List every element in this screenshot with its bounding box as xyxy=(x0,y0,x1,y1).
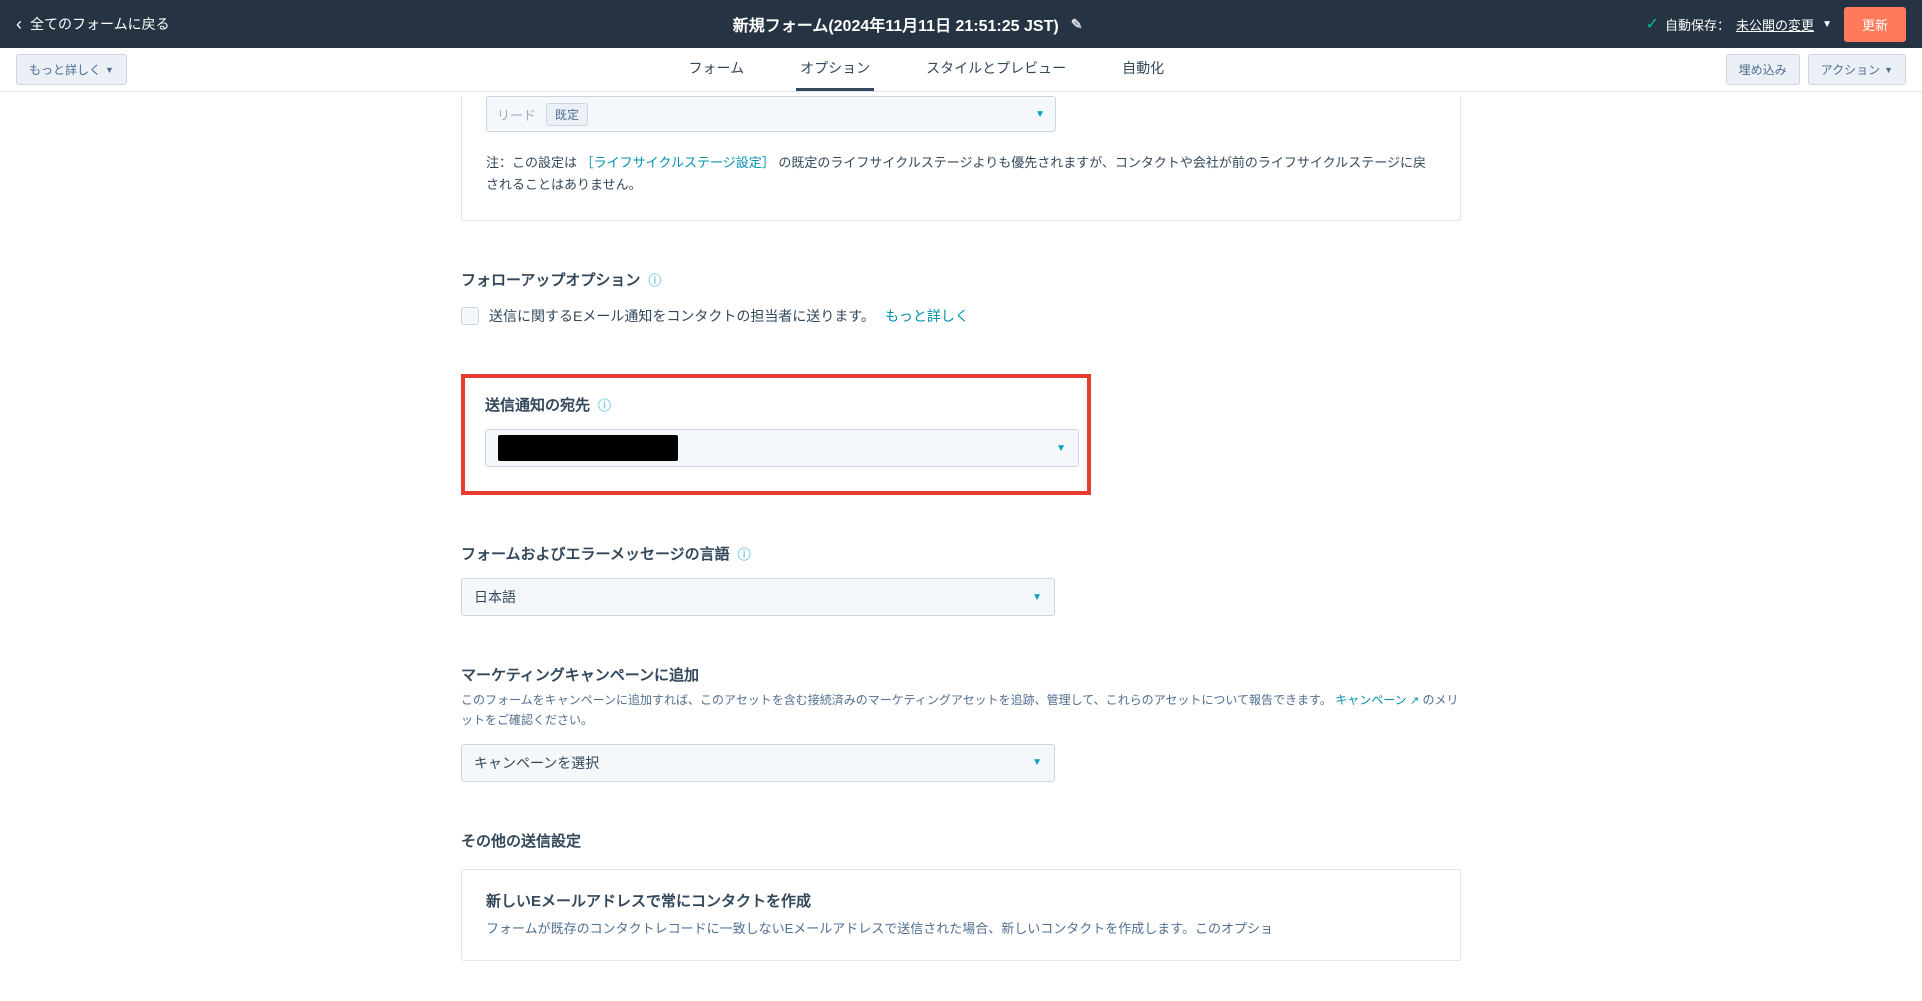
campaign-link[interactable]: キャンペーン ↗ xyxy=(1335,693,1422,707)
info-icon[interactable]: ⓘ xyxy=(738,544,751,563)
followup-more-link[interactable]: もっと詳しく xyxy=(885,306,969,326)
header-actions: ✓ 自動保存： 未公開の変更 ▼ 更新 xyxy=(1646,7,1906,42)
lifecycle-settings-link[interactable]: ［ライフサイクルステージ設定］ xyxy=(581,155,775,170)
notify-section-wrap: 送信通知の宛先 ⓘ ▼ xyxy=(461,374,1461,495)
language-title-text: フォームおよびエラーメッセージの言語 xyxy=(461,543,730,564)
caret-down-icon: ▼ xyxy=(1884,65,1893,75)
followup-checkbox[interactable] xyxy=(461,307,479,325)
action-label: アクション xyxy=(1821,61,1880,78)
caret-down-icon: ▼ xyxy=(1032,592,1042,603)
back-link[interactable]: ‹ 全てのフォームに戻る xyxy=(16,14,170,35)
other-settings-section: その他の送信設定 新しいEメールアドレスで常にコンタクトを作成 フォームが既存の… xyxy=(461,830,1461,961)
notify-recipient-select[interactable]: ▼ xyxy=(485,429,1079,467)
default-badge: 既定 xyxy=(546,103,588,126)
lead-label: リード xyxy=(497,105,536,124)
autosave-status[interactable]: ✓ 自動保存： 未公開の変更 ▼ xyxy=(1646,14,1832,34)
autosave-link: 未公開の変更 xyxy=(1736,15,1814,34)
sub-nav: もっと詳しく ▼ フォーム オプション スタイルとプレビュー 自動化 埋め込み … xyxy=(0,48,1922,92)
app-header: ‹ 全てのフォームに戻る 新規フォーム(2024年11月11日 21:51:25… xyxy=(0,0,1922,48)
campaign-description: このフォームをキャンペーンに追加すれば、このアセットを含む接続済みのマーケティン… xyxy=(461,691,1461,730)
lifecycle-panel: リード 既定 ▼ 注：この設定は ［ライフサイクルステージ設定］ の既定のライフ… xyxy=(461,96,1461,221)
back-label: 全てのフォームに戻る xyxy=(30,14,170,34)
followup-checkbox-row: 送信に関するEメール通知をコンタクトの担当者に送ります。 もっと詳しく xyxy=(461,306,1461,326)
caret-down-icon: ▼ xyxy=(1032,757,1042,768)
action-button[interactable]: アクション ▼ xyxy=(1808,54,1906,85)
followup-checkbox-label: 送信に関するEメール通知をコンタクトの担当者に送ります。 xyxy=(489,306,875,326)
card-description: フォームが既存のコンタクトレコードに一致しないEメールアドレスで送信された場合、… xyxy=(486,919,1436,940)
caret-down-icon: ▼ xyxy=(1822,19,1832,30)
embed-button[interactable]: 埋め込み xyxy=(1726,54,1800,85)
language-select[interactable]: 日本語 ▼ xyxy=(461,578,1055,616)
tab-form[interactable]: フォーム xyxy=(685,48,749,91)
language-title: フォームおよびエラーメッセージの言語 ⓘ xyxy=(461,543,1461,564)
note-prefix: 注：この設定は xyxy=(486,155,577,170)
followup-section: フォローアップオプション ⓘ 送信に関するEメール通知をコンタクトの担当者に送り… xyxy=(461,269,1461,326)
header-title-wrap: 新規フォーム(2024年11月11日 21:51:25 JST) ✎ xyxy=(733,12,1083,36)
check-icon: ✓ xyxy=(1646,14,1659,34)
notify-title: 送信通知の宛先 ⓘ xyxy=(485,394,1067,415)
tab-options[interactable]: オプション xyxy=(796,48,874,91)
campaign-link-text: キャンペーン xyxy=(1335,693,1406,707)
card-title: 新しいEメールアドレスで常にコンタクトを作成 xyxy=(486,890,1436,911)
campaign-desc-prefix: このフォームをキャンペーンに追加すれば、このアセットを含む接続済みのマーケティン… xyxy=(461,693,1332,707)
autosave-prefix: 自動保存： xyxy=(1665,15,1730,34)
campaign-section: マーケティングキャンペーンに追加 このフォームをキャンペーンに追加すれば、このア… xyxy=(461,664,1461,782)
notify-highlight-box: 送信通知の宛先 ⓘ ▼ xyxy=(461,374,1091,495)
tab-automation[interactable]: 自動化 xyxy=(1118,48,1168,91)
followup-title-text: フォローアップオプション xyxy=(461,269,640,290)
external-link-icon: ↗ xyxy=(1410,695,1419,707)
pencil-icon[interactable]: ✎ xyxy=(1071,16,1083,33)
tab-style-preview[interactable]: スタイルとプレビュー xyxy=(922,48,1070,91)
caret-down-icon: ▼ xyxy=(105,65,114,75)
update-button[interactable]: 更新 xyxy=(1844,7,1906,42)
recipient-chip-redacted xyxy=(498,435,678,461)
info-icon[interactable]: ⓘ xyxy=(648,270,661,289)
subnav-right: 埋め込み アクション ▼ xyxy=(1726,54,1906,85)
notify-title-text: 送信通知の宛先 xyxy=(485,394,590,415)
tab-bar: フォーム オプション スタイルとプレビュー 自動化 xyxy=(685,48,1169,91)
campaign-title: マーケティングキャンペーンに追加 xyxy=(461,664,1461,685)
language-value: 日本語 xyxy=(474,587,516,607)
page-title: 新規フォーム(2024年11月11日 21:51:25 JST) xyxy=(733,12,1059,36)
lifecycle-stage-select[interactable]: リード 既定 ▼ xyxy=(486,96,1056,132)
campaign-select[interactable]: キャンペーンを選択 ▼ xyxy=(461,744,1055,782)
more-details-button[interactable]: もっと詳しく ▼ xyxy=(16,54,127,85)
caret-down-icon: ▼ xyxy=(1035,109,1045,120)
followup-title: フォローアップオプション ⓘ xyxy=(461,269,1461,290)
info-icon[interactable]: ⓘ xyxy=(598,395,611,414)
lifecycle-note: 注：この設定は ［ライフサイクルステージ設定］ の既定のライフサイクルステージよ… xyxy=(486,152,1436,196)
campaign-placeholder: キャンペーンを選択 xyxy=(474,753,599,773)
chevron-left-icon: ‹ xyxy=(16,14,22,35)
always-create-contact-card: 新しいEメールアドレスで常にコンタクトを作成 フォームが既存のコンタクトレコード… xyxy=(461,869,1461,961)
caret-down-icon: ▼ xyxy=(1056,443,1066,454)
other-settings-title: その他の送信設定 xyxy=(461,830,1461,851)
subnav-left: もっと詳しく ▼ xyxy=(16,54,127,85)
language-section: フォームおよびエラーメッセージの言語 ⓘ 日本語 ▼ xyxy=(461,543,1461,616)
more-label: もっと詳しく xyxy=(29,61,101,78)
content-area: リード 既定 ▼ 注：この設定は ［ライフサイクルステージ設定］ の既定のライフ… xyxy=(0,96,1922,1001)
